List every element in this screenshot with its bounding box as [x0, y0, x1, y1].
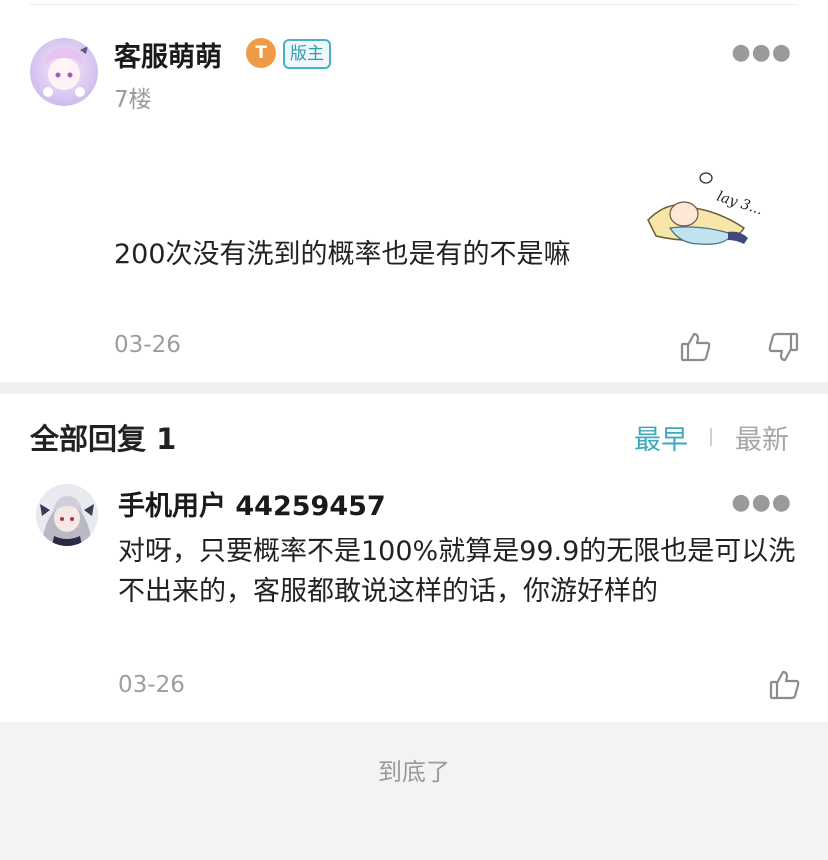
reply-author-avatar[interactable] — [36, 484, 98, 546]
sticker-caption: lay 3... — [715, 189, 765, 219]
post-content: 200次没有洗到的概率也是有的不是嘛 — [114, 239, 571, 270]
sort-earliest-tab[interactable]: 最早 — [634, 418, 688, 457]
thumbs-down-icon[interactable] — [766, 330, 800, 364]
sort-divider — [710, 428, 712, 446]
post-card: 客服萌萌 T 版主 7楼 ●●● 200次没有洗到的概率也是有的不是嘛 lay … — [0, 0, 828, 382]
level-badge-icon: T — [246, 38, 276, 68]
post-date: 03-26 — [114, 332, 181, 358]
thumbs-up-icon[interactable] — [679, 330, 713, 364]
reply-content: 对呀，只要概率不是100%就算是99.9的无限也是可以洗不出来的，客服都敢说这样… — [118, 536, 796, 607]
post-author-name[interactable]: 客服萌萌 — [114, 35, 222, 74]
reply-author-name[interactable]: 手机用户 44259457 — [118, 484, 386, 523]
sticker-image: lay 3... — [640, 168, 766, 258]
replies-section: 全部回复 1 最早 最新 手机用户 44259457 ●●● 对呀，只要概率不是… — [0, 394, 828, 722]
post-author-avatar[interactable] — [30, 38, 98, 106]
replies-title: 全部回复 1 — [30, 422, 177, 456]
more-icon[interactable]: ●●● — [731, 40, 792, 65]
end-of-list-text: 到底了 — [378, 758, 450, 786]
section-separator — [0, 382, 828, 394]
thumbs-up-icon[interactable] — [768, 668, 802, 702]
divider — [30, 4, 798, 5]
footer: 到底了 — [0, 722, 828, 860]
moderator-badge: 版主 — [283, 39, 331, 69]
more-icon[interactable]: ●●● — [731, 490, 792, 515]
floor-number: 7楼 — [114, 87, 152, 113]
reply-date: 03-26 — [118, 672, 185, 698]
sort-newest-tab[interactable]: 最新 — [735, 418, 789, 457]
